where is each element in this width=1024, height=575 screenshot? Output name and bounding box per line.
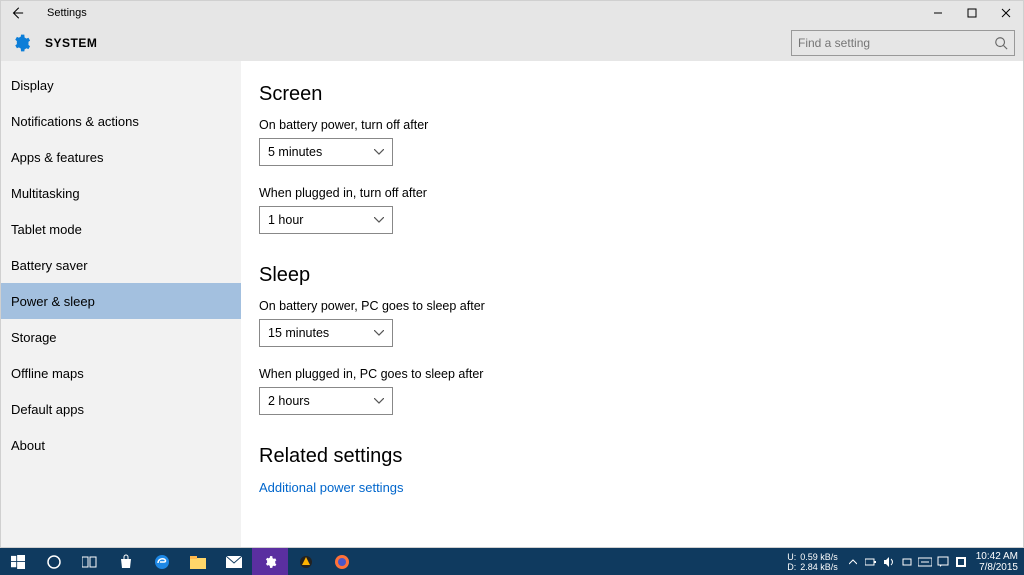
- additional-power-settings-link[interactable]: Additional power settings: [259, 480, 1023, 495]
- sidebar-item-label: Default apps: [11, 402, 84, 417]
- sidebar-item-multitasking[interactable]: Multitasking: [1, 175, 241, 211]
- dropdown-value: 2 hours: [268, 394, 310, 408]
- sleep-battery-label: On battery power, PC goes to sleep after: [259, 299, 1023, 313]
- category-title: SYSTEM: [45, 36, 97, 50]
- sleep-heading: Sleep: [259, 264, 1023, 287]
- clock[interactable]: 10:42 AM 7/8/2015: [970, 551, 1024, 573]
- sidebar-item-label: About: [11, 438, 45, 453]
- system-tray: U: D: 0.59 kB/s 2.84 kB/s 10:42 AM 7/8/2…: [787, 548, 1024, 575]
- taskbar-app-settings[interactable]: [252, 548, 288, 575]
- tray-volume-icon[interactable]: [880, 548, 898, 575]
- sleep-plugged-dropdown[interactable]: 2 hours: [259, 387, 393, 415]
- screen-plugged-dropdown[interactable]: 1 hour: [259, 206, 393, 234]
- sidebar-item-display[interactable]: Display: [1, 67, 241, 103]
- net-upload-label: U:: [787, 552, 796, 562]
- sidebar-item-label: Battery saver: [11, 258, 88, 273]
- screen-heading: Screen: [259, 83, 1023, 106]
- tray-show-hidden-icon[interactable]: [844, 548, 862, 575]
- tray-keyboard-icon[interactable]: [916, 548, 934, 575]
- net-download-speed: 2.84 kB/s: [800, 562, 838, 572]
- chevron-down-icon: [374, 217, 384, 223]
- sidebar-item-label: Multitasking: [11, 186, 80, 201]
- sidebar-item-default-apps[interactable]: Default apps: [1, 391, 241, 427]
- taskbar-app-store[interactable]: [108, 548, 144, 575]
- sidebar-item-label: Notifications & actions: [11, 114, 139, 129]
- screen-battery-dropdown[interactable]: 5 minutes: [259, 138, 393, 166]
- sidebar-item-offline-maps[interactable]: Offline maps: [1, 355, 241, 391]
- body: Display Notifications & actions Apps & f…: [1, 61, 1023, 547]
- clock-date: 7/8/2015: [976, 562, 1018, 573]
- sidebar-item-notifications[interactable]: Notifications & actions: [1, 103, 241, 139]
- search-box[interactable]: [791, 30, 1015, 56]
- sidebar-item-about[interactable]: About: [1, 427, 241, 463]
- net-upload-speed: 0.59 kB/s: [800, 552, 838, 562]
- dropdown-value: 1 hour: [268, 213, 303, 227]
- clock-time: 10:42 AM: [976, 551, 1018, 562]
- sidebar-item-label: Power & sleep: [11, 294, 95, 309]
- related-heading: Related settings: [259, 445, 1023, 468]
- cortana-search-icon[interactable]: [36, 548, 72, 575]
- taskbar-app-explorer[interactable]: [180, 548, 216, 575]
- close-button[interactable]: [989, 1, 1023, 25]
- net-labels: U: D:: [787, 552, 796, 572]
- sidebar-item-storage[interactable]: Storage: [1, 319, 241, 355]
- sidebar-item-battery-saver[interactable]: Battery saver: [1, 247, 241, 283]
- sidebar-item-apps-features[interactable]: Apps & features: [1, 139, 241, 175]
- search-icon: [994, 36, 1008, 50]
- screen-battery-label: On battery power, turn off after: [259, 118, 1023, 132]
- screen-plugged-label: When plugged in, turn off after: [259, 186, 1023, 200]
- chevron-down-icon: [374, 330, 384, 336]
- sidebar-item-label: Storage: [11, 330, 57, 345]
- gear-icon[interactable]: [9, 31, 33, 55]
- header: SYSTEM: [1, 25, 1023, 61]
- back-button[interactable]: [5, 1, 29, 25]
- tray-network-icon[interactable]: [898, 548, 916, 575]
- sidebar-item-power-sleep[interactable]: Power & sleep: [1, 283, 241, 319]
- sidebar-item-label: Tablet mode: [11, 222, 82, 237]
- content-pane: Screen On battery power, turn off after …: [241, 61, 1023, 547]
- tray-power-icon[interactable]: [862, 548, 880, 575]
- sidebar-item-label: Apps & features: [11, 150, 104, 165]
- chevron-down-icon: [374, 149, 384, 155]
- sidebar-item-tablet-mode[interactable]: Tablet mode: [1, 211, 241, 247]
- taskbar-app-generic-1[interactable]: [288, 548, 324, 575]
- dropdown-value: 5 minutes: [268, 145, 322, 159]
- sleep-battery-dropdown[interactable]: 15 minutes: [259, 319, 393, 347]
- start-button[interactable]: [0, 548, 36, 575]
- net-speeds: 0.59 kB/s 2.84 kB/s: [800, 552, 838, 572]
- taskbar-app-firefox[interactable]: [324, 548, 360, 575]
- tray-app-icon[interactable]: [952, 548, 970, 575]
- taskbar: U: D: 0.59 kB/s 2.84 kB/s 10:42 AM 7/8/2…: [0, 548, 1024, 575]
- sidebar: Display Notifications & actions Apps & f…: [1, 61, 241, 547]
- maximize-button[interactable]: [955, 1, 989, 25]
- dropdown-value: 15 minutes: [268, 326, 329, 340]
- titlebar: Settings: [1, 1, 1023, 25]
- tray-action-center-icon[interactable]: [934, 548, 952, 575]
- task-view-icon[interactable]: [72, 548, 108, 575]
- taskbar-app-edge[interactable]: [144, 548, 180, 575]
- sidebar-item-label: Offline maps: [11, 366, 84, 381]
- sidebar-item-label: Display: [11, 78, 54, 93]
- minimize-button[interactable]: [921, 1, 955, 25]
- search-input[interactable]: [798, 36, 994, 50]
- taskbar-app-mail[interactable]: [216, 548, 252, 575]
- net-download-label: D:: [787, 562, 796, 572]
- window-title: Settings: [47, 7, 87, 19]
- sleep-plugged-label: When plugged in, PC goes to sleep after: [259, 367, 1023, 381]
- settings-window: Settings SYSTEM Display Notifications & …: [0, 0, 1024, 548]
- chevron-down-icon: [374, 398, 384, 404]
